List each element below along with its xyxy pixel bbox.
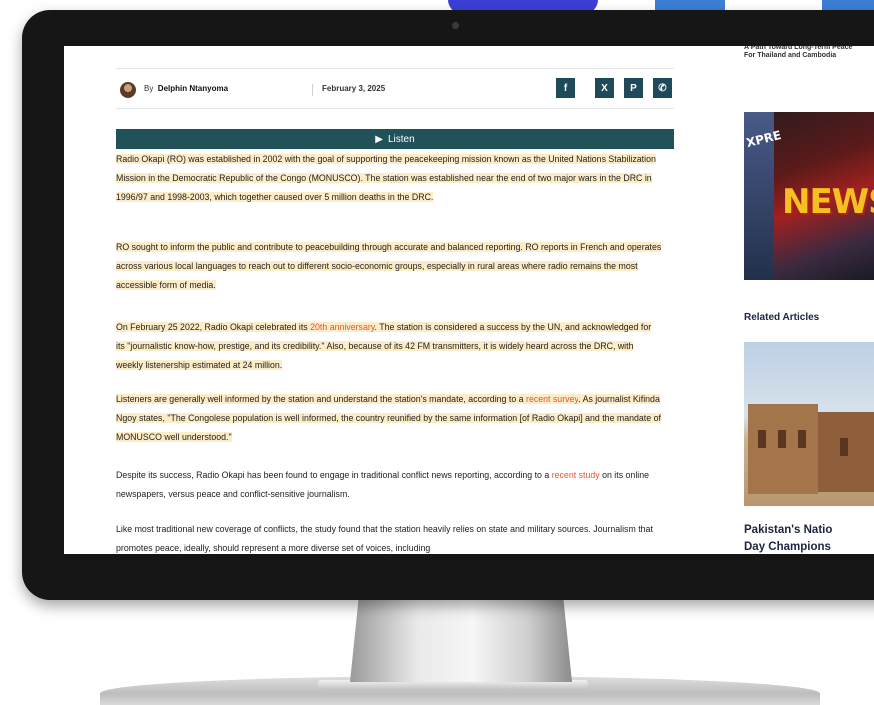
thumbnail-window <box>758 430 766 448</box>
paragraph-2: RO sought to inform the public and contr… <box>116 238 662 295</box>
facebook-icon: f <box>563 82 568 94</box>
share-pinterest-button[interactable]: P <box>624 78 643 98</box>
anniversary-link[interactable]: 20th anniversary <box>310 322 375 332</box>
monitor-screen: By Delphin Ntanyoma February 3, 2025 f X… <box>64 46 874 554</box>
paragraph-1: Radio Okapi (RO) was established in 2002… <box>116 150 662 207</box>
related-headline-line-1: Pakistan's Natio <box>744 524 833 536</box>
author-row: By Delphin Ntanyoma February 3, 2025 f X… <box>116 78 674 106</box>
related-articles-heading: Related Articles <box>744 312 820 323</box>
author-name[interactable]: Delphin Ntanyoma <box>158 84 228 93</box>
paragraph-6: Like most traditional new coverage of co… <box>116 520 662 554</box>
paragraph-5-text: Despite its success, Radio Okapi has bee… <box>116 470 552 480</box>
related-article-headline[interactable]: Pakistan's Natio Day Champions <box>744 522 874 554</box>
paragraph-1-text: Radio Okapi (RO) was established in 2002… <box>116 154 656 202</box>
top-separator <box>116 68 674 69</box>
paragraph-2-text: RO sought to inform the public and contr… <box>116 242 662 290</box>
sidebar-story-title[interactable]: A Path Toward Long-Term Peace For Thaila… <box>744 46 864 60</box>
paragraph-3-text: On February 25 2022, Radio Okapi celebra… <box>116 322 311 332</box>
thumbnail-window <box>840 438 848 456</box>
play-icon: ▶ <box>375 133 383 145</box>
share-x-button[interactable]: X <box>595 78 614 98</box>
share-whatsapp-button[interactable]: ✆ <box>653 78 672 98</box>
recent-study-link[interactable]: recent study <box>552 470 600 480</box>
thumbnail-news-text: NEWS <box>782 182 874 222</box>
listen-button[interactable]: ▶ Listen <box>116 129 674 149</box>
recent-survey-link[interactable]: recent survey <box>526 394 579 404</box>
sidebar: A Path Toward Long-Term Peace For Thaila… <box>744 46 874 554</box>
paragraph-4: Listeners are generally well informed by… <box>116 390 662 447</box>
paragraph-4-text: Listeners are generally well informed by… <box>116 394 527 404</box>
monitor-stand-neck <box>350 596 572 682</box>
paragraph-6-text: Like most traditional new coverage of co… <box>116 524 653 553</box>
paragraph-5: Despite its success, Radio Okapi has bee… <box>116 466 662 504</box>
article: By Delphin Ntanyoma February 3, 2025 f X… <box>116 46 674 554</box>
paragraph-3: On February 25 2022, Radio Okapi celebra… <box>116 318 662 375</box>
byline: By Delphin Ntanyoma <box>144 84 228 93</box>
related-headline-line-2: Day Champions <box>744 541 831 553</box>
share-facebook-button[interactable]: f <box>556 78 575 98</box>
byline-divider <box>312 84 313 96</box>
x-icon: X <box>601 82 608 94</box>
whatsapp-icon: ✆ <box>658 82 667 94</box>
news-thumbnail[interactable]: XPRE NEWS <box>744 112 874 280</box>
publish-date: February 3, 2025 <box>322 84 386 93</box>
byline-separator <box>116 108 674 109</box>
thumbnail-building <box>748 404 818 494</box>
pinterest-icon: P <box>630 82 637 94</box>
byline-prefix: By <box>144 84 154 93</box>
related-article-thumbnail[interactable] <box>744 342 874 506</box>
author-avatar <box>120 82 136 98</box>
listen-label: Listen <box>388 133 415 145</box>
thumbnail-window <box>778 430 786 448</box>
thumbnail-window <box>798 430 806 448</box>
webcam-icon <box>452 22 459 29</box>
